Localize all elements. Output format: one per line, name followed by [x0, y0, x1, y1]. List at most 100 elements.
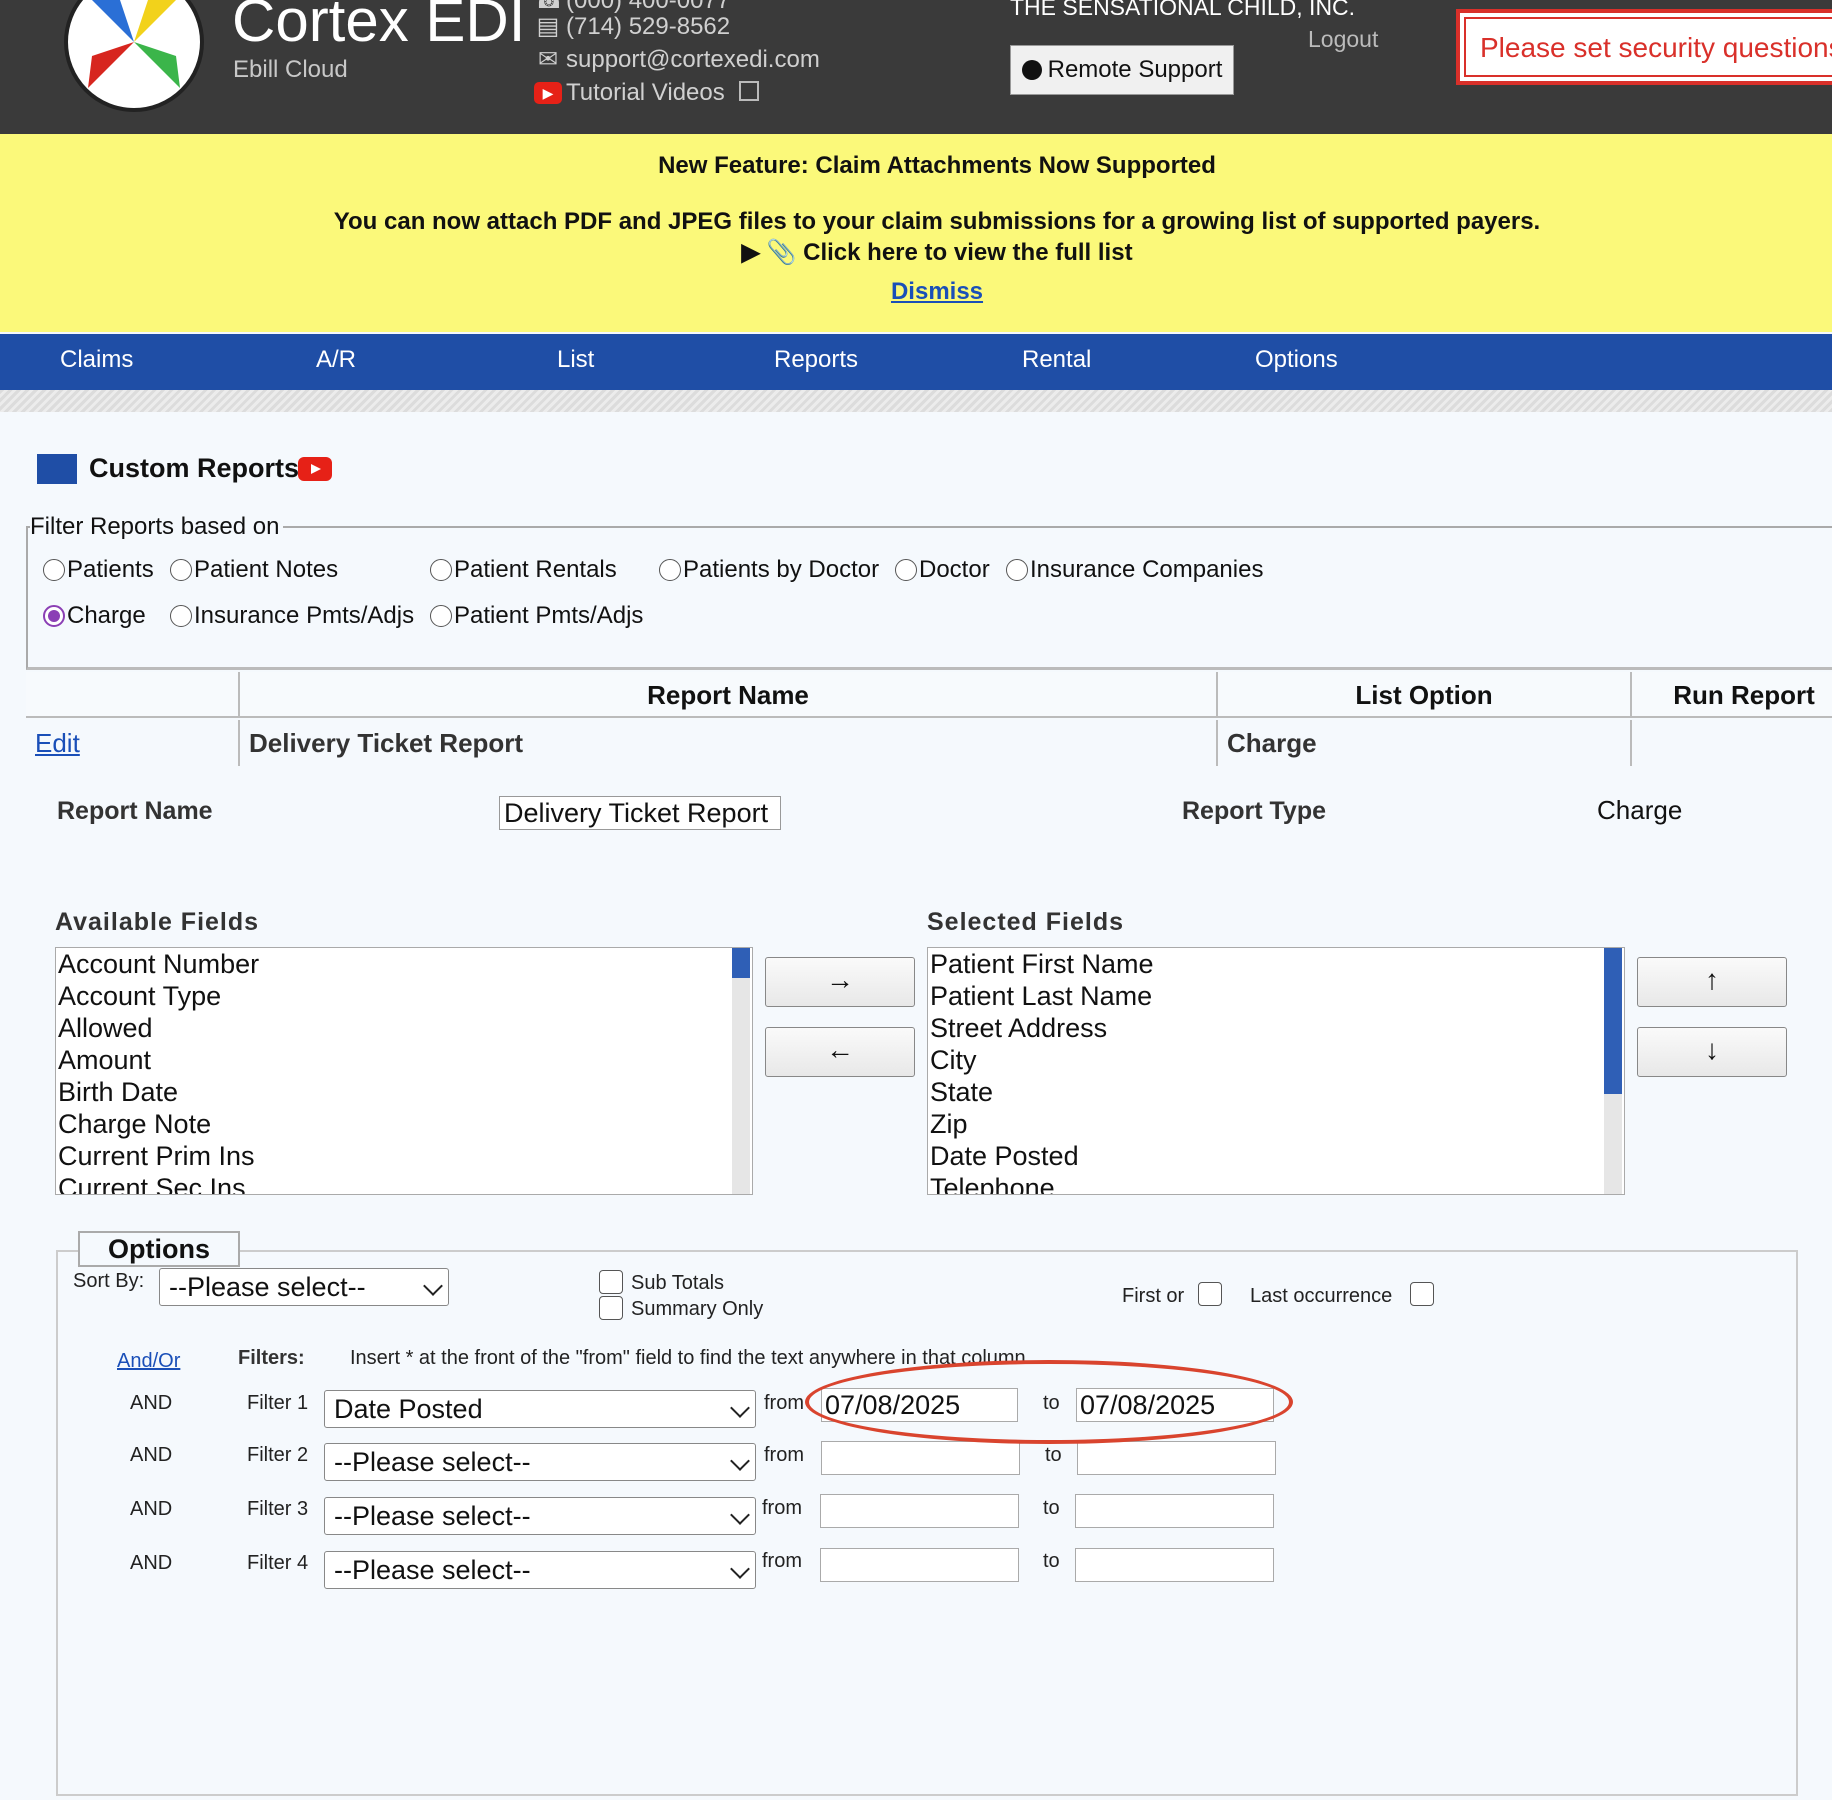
radio-indicator	[430, 605, 452, 627]
list-item[interactable]: Amount	[56, 1044, 752, 1076]
remote-support-button[interactable]: Remote Support	[1010, 45, 1234, 95]
list-item[interactable]: Current Prim Ins	[56, 1140, 752, 1172]
filter-4-from-label: from	[762, 1550, 802, 1572]
chevron-down-icon	[423, 1276, 443, 1296]
header-blank	[26, 672, 240, 718]
report-name-label: Report Name	[57, 797, 213, 825]
radio-indicator-selected	[43, 605, 65, 627]
filter-4-from-input[interactable]	[820, 1548, 1019, 1582]
list-item[interactable]: Account Type	[56, 980, 752, 1012]
nav-claims[interactable]: Claims	[60, 346, 133, 374]
list-item[interactable]: Patient First Name	[928, 948, 1624, 980]
filter-4-field-select[interactable]: --Please select--	[324, 1551, 756, 1589]
move-up-button[interactable]: ↑	[1637, 957, 1787, 1007]
filter-4-to-input[interactable]	[1075, 1548, 1274, 1582]
radio-indicator	[170, 605, 192, 627]
filter-3-from-input[interactable]	[820, 1494, 1019, 1528]
sub-totals-label: Sub Totals	[631, 1272, 725, 1294]
filter-2-to-input[interactable]	[1077, 1441, 1276, 1475]
list-item[interactable]: Patient Last Name	[928, 980, 1624, 1012]
run-report-cell[interactable]	[1632, 720, 1832, 766]
list-item[interactable]: City	[928, 1044, 1624, 1076]
filter-1-field-select[interactable]: Date Posted	[324, 1390, 756, 1428]
options-legend: Options	[78, 1231, 240, 1267]
list-item[interactable]: Telephone	[928, 1172, 1624, 1194]
scrollbar-thumb[interactable]	[732, 948, 750, 978]
banner-view-list-link[interactable]: ▶ 📎 Click here to view the full list	[0, 238, 1832, 267]
list-item[interactable]: State	[928, 1076, 1624, 1108]
nav-reports[interactable]: Reports	[774, 346, 858, 374]
radio-indicator	[659, 559, 681, 581]
nav-divider	[0, 390, 1832, 412]
list-item[interactable]: Street Address	[928, 1012, 1624, 1044]
list-item[interactable]: Date Posted	[928, 1140, 1624, 1172]
radio-patients[interactable]: Patients	[43, 556, 154, 584]
move-left-button[interactable]: ←	[765, 1027, 915, 1077]
and-or-link[interactable]: And/Or	[117, 1350, 180, 1373]
radio-patient-notes[interactable]: Patient Notes	[170, 556, 338, 584]
sort-by-label: Sort By:	[73, 1270, 145, 1292]
list-item[interactable]: Allowed	[56, 1012, 752, 1044]
video-help-icon[interactable]	[298, 457, 332, 481]
summary-only-checkbox[interactable]	[599, 1296, 623, 1320]
move-right-button[interactable]: →	[765, 957, 915, 1007]
filter-2-from-label: from	[764, 1444, 804, 1466]
radio-doctor[interactable]: Doctor	[895, 556, 990, 584]
first-occurrence-checkbox[interactable]	[1198, 1282, 1222, 1306]
filter-3-to-label: to	[1043, 1497, 1060, 1519]
brand-title: Cortex EDI	[232, 0, 526, 54]
radio-patient-rentals[interactable]: Patient Rentals	[430, 556, 617, 584]
filter-1-label: Filter 1	[247, 1392, 309, 1414]
filter-3-to-input[interactable]	[1075, 1494, 1274, 1528]
feature-banner: New Feature: Claim Attachments Now Suppo…	[0, 134, 1832, 332]
envelope-icon: ✉	[537, 46, 559, 73]
edit-report-link[interactable]: Edit	[26, 720, 240, 766]
filter-3-conjunction: AND	[130, 1498, 173, 1520]
available-fields-label: Available Fields	[55, 908, 260, 936]
selected-fields-list[interactable]: Patient First Name Patient Last Name Str…	[927, 947, 1625, 1195]
list-item[interactable]: Birth Date	[56, 1076, 752, 1108]
report-type-label: Report Type	[1182, 797, 1326, 825]
nav-ar[interactable]: A/R	[316, 346, 356, 374]
list-item[interactable]: Account Number	[56, 948, 752, 980]
report-name-input[interactable]: Delivery Ticket Report	[499, 796, 781, 830]
banner-headline: New Feature: Claim Attachments Now Suppo…	[658, 152, 1216, 179]
chevron-down-icon	[730, 1398, 750, 1418]
nav-list[interactable]: List	[557, 346, 594, 374]
radio-insurance-companies[interactable]: Insurance Companies	[1006, 556, 1263, 584]
email-link[interactable]: ✉ support@cortexedi.com	[534, 45, 820, 74]
filter-1-conjunction: AND	[130, 1392, 173, 1414]
dismiss-link[interactable]: Dismiss	[0, 278, 1832, 306]
reports-table: Report Name List Option Run Report Edit …	[26, 672, 1832, 768]
sub-totals-checkbox[interactable]	[599, 1270, 623, 1294]
available-scrollbar[interactable]	[732, 948, 750, 1194]
radio-insurance-pmts-adjs[interactable]: Insurance Pmts/Adjs	[170, 602, 414, 630]
available-fields-list[interactable]: Account Number Account Type Allowed Amou…	[55, 947, 753, 1195]
filter-3-field-select[interactable]: --Please select--	[324, 1497, 756, 1535]
sort-by-select[interactable]: --Please select--	[159, 1268, 449, 1306]
tutorial-videos-link[interactable]: ▶ Tutorial Videos	[534, 79, 760, 107]
fax-icon: ▤	[536, 13, 560, 40]
scrollbar-thumb[interactable]	[1604, 948, 1622, 1094]
filter-2-field-select[interactable]: --Please select--	[324, 1443, 756, 1481]
radio-charge[interactable]: Charge	[43, 602, 146, 630]
filter-3-label: Filter 3	[247, 1498, 309, 1520]
move-down-button[interactable]: ↓	[1637, 1027, 1787, 1077]
list-item[interactable]: Zip	[928, 1108, 1624, 1140]
radio-patients-by-doctor[interactable]: Patients by Doctor	[659, 556, 879, 584]
filter-2-from-input[interactable]	[821, 1441, 1020, 1475]
last-occurrence-checkbox[interactable]	[1410, 1282, 1434, 1306]
headset-icon	[1021, 60, 1042, 80]
filter-4-label: Filter 4	[247, 1552, 309, 1574]
list-item[interactable]: Charge Note	[56, 1108, 752, 1140]
radio-indicator	[170, 559, 192, 581]
radio-indicator	[895, 559, 917, 581]
nav-rental[interactable]: Rental	[1022, 346, 1091, 374]
list-item[interactable]: Current Sec Ins	[56, 1172, 752, 1194]
selected-scrollbar[interactable]	[1604, 948, 1622, 1194]
radio-indicator	[1006, 559, 1028, 581]
radio-patient-pmts-adjs[interactable]: Patient Pmts/Adjs	[430, 602, 643, 630]
nav-options[interactable]: Options	[1255, 346, 1338, 374]
logout-link[interactable]: Logout	[1308, 26, 1378, 53]
security-questions-alert[interactable]: Please set security questions	[1456, 9, 1832, 85]
